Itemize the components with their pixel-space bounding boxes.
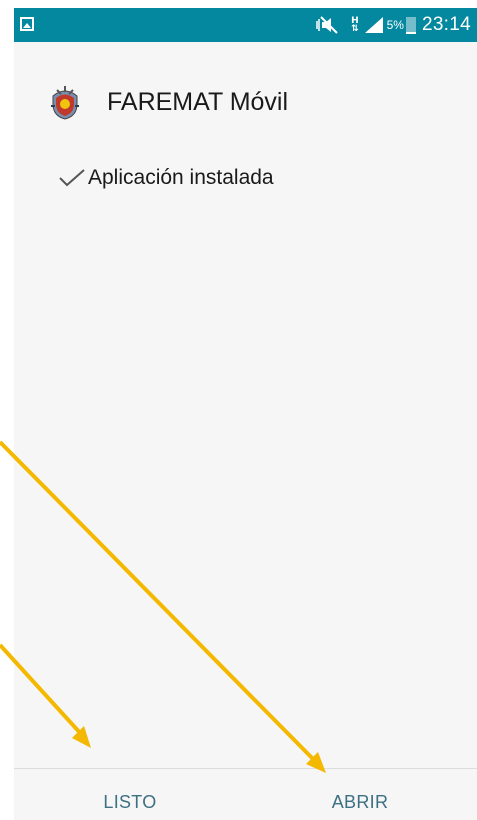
app-title: FAREMAT Móvil (107, 87, 289, 116)
action-divider (14, 768, 477, 769)
done-button[interactable]: LISTO (30, 782, 230, 820)
open-button[interactable]: ABRIR (260, 782, 460, 820)
battery-icon (405, 17, 416, 34)
app-header: FAREMAT Móvil (47, 82, 288, 122)
network-type-icon: H ⇅ (351, 16, 359, 34)
check-icon (59, 169, 85, 187)
faremat-crest-icon (51, 86, 79, 120)
status-bar: H ⇅ 5% 23:14 (14, 8, 477, 42)
clock: 23:14 (421, 14, 471, 35)
gallery-icon (20, 17, 34, 31)
install-status-text: Aplicación instalada (88, 166, 274, 189)
status-icons: H ⇅ 5% 23:14 (315, 8, 471, 42)
install-status: Aplicación instalada (58, 166, 274, 190)
signal-icon (364, 17, 383, 33)
battery-percent: 5% (386, 18, 404, 32)
installer-screen: H ⇅ 5% 23:14 FAREMAT Móvil Aplicación in… (14, 8, 477, 820)
mute-vibrate-icon (316, 16, 338, 34)
